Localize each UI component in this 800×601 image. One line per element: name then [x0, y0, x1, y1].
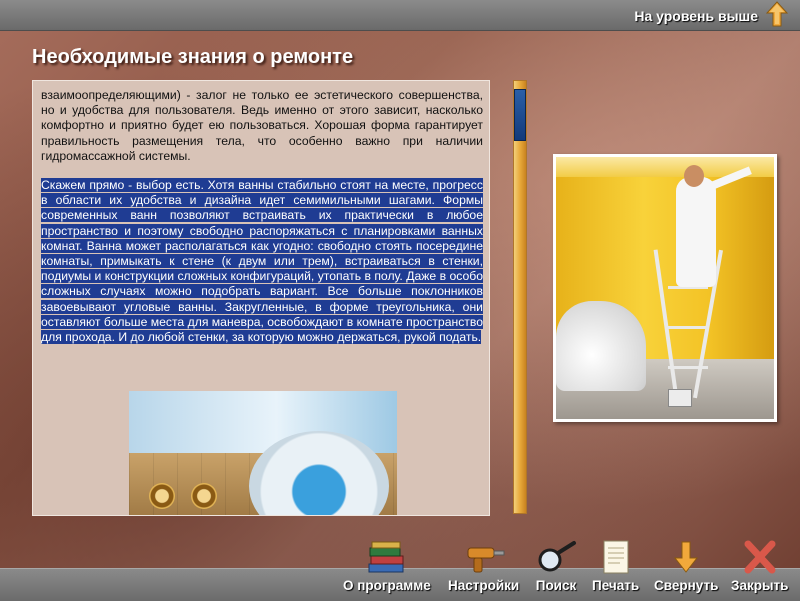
about-button[interactable]: О программе	[343, 538, 431, 593]
print-button[interactable]: Печать	[592, 538, 639, 593]
books-icon	[365, 538, 409, 574]
search-button[interactable]: Поиск	[534, 538, 578, 593]
about-label: О программе	[343, 578, 431, 593]
arrow-up-icon	[765, 0, 789, 32]
paper-icon	[594, 538, 638, 574]
minimize-button[interactable]: Свернуть	[654, 538, 718, 593]
drill-icon	[462, 538, 506, 574]
article-scrollbar[interactable]	[513, 80, 527, 514]
selected-text: Скажем прямо - выбор есть. Хотя ванны ст…	[41, 178, 484, 345]
top-bar: На уровень выше	[0, 0, 800, 31]
bathtub-photo	[129, 391, 397, 515]
minimize-label: Свернуть	[654, 578, 719, 593]
close-label: Закрыть	[731, 578, 789, 593]
cross-icon	[738, 538, 782, 574]
article-text-panel[interactable]: взаимоопределяющими) - залог не только е…	[32, 80, 490, 516]
page-title: Необходимые знания о ремонте	[32, 46, 354, 68]
scrollbar-thumb[interactable]	[514, 89, 526, 141]
up-level-button[interactable]: На уровень выше	[634, 0, 789, 32]
settings-button[interactable]: Настройки	[448, 538, 519, 593]
magnifier-icon	[534, 538, 578, 574]
close-button[interactable]: Закрыть	[731, 538, 788, 593]
article-paragraph-selected[interactable]: Скажем прямо - выбор есть. Хотя ванны ст…	[41, 178, 484, 345]
up-level-label: На уровень выше	[634, 8, 758, 24]
settings-label: Настройки	[448, 578, 520, 593]
print-label: Печать	[592, 578, 640, 593]
search-label: Поиск	[535, 578, 577, 593]
article-paragraph: взаимоопределяющими) - залог не только е…	[41, 88, 483, 163]
painter-photo	[553, 154, 777, 422]
arrow-down-icon	[664, 538, 708, 574]
